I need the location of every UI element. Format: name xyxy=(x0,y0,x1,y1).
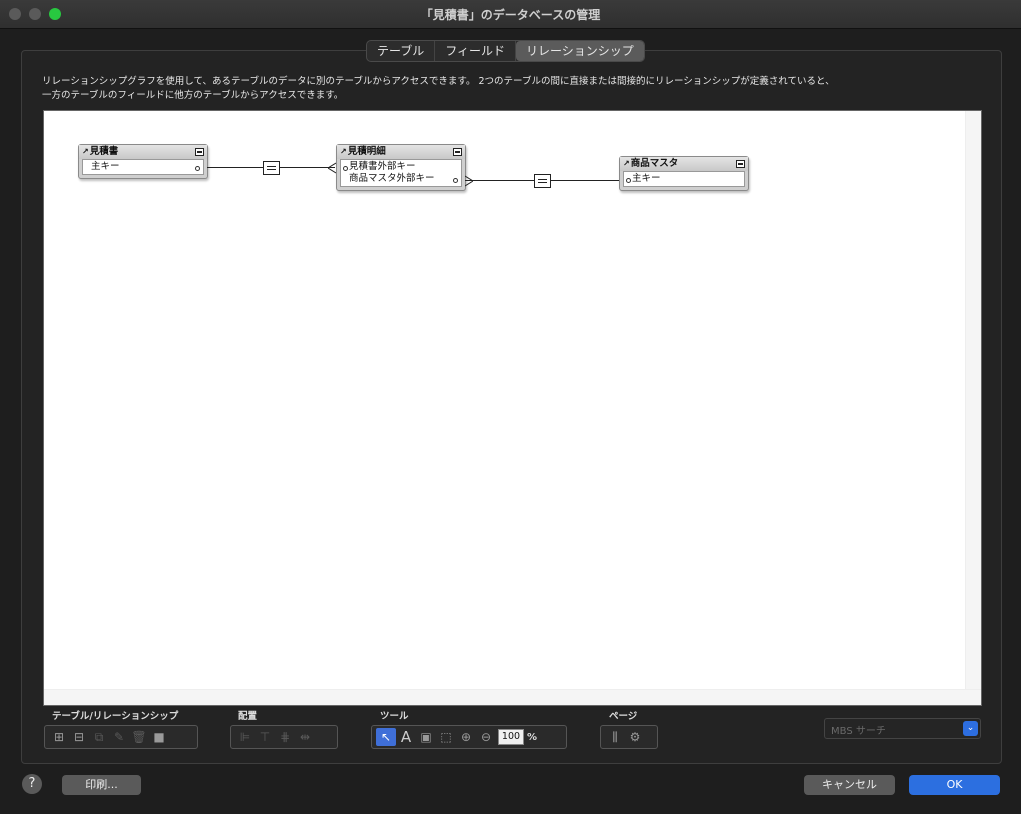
print-button[interactable]: 印刷... xyxy=(62,775,141,795)
edit-pencil-icon[interactable]: ✎ xyxy=(109,728,129,746)
window-title: 「見積書」のデータベースの管理 xyxy=(420,8,601,22)
zoom-in-icon[interactable]: ⊕ xyxy=(456,728,476,746)
horizontal-scrollbar[interactable] xyxy=(44,689,981,705)
zoom-level-field[interactable]: 100 xyxy=(498,729,524,745)
color-swatch-icon[interactable]: ■ xyxy=(149,728,169,746)
table-occurrence-estimate[interactable]: ↗見積書 主キー xyxy=(78,144,208,179)
tools-toolbar: ↖ A ▣ ⬚ ⊕ ⊖ 100 % xyxy=(371,725,567,749)
title-bar: 「見積書」のデータベースの管理 xyxy=(0,0,1021,29)
add-relationship-icon[interactable]: ⊟ xyxy=(69,728,89,746)
tab-bar: テーブル フィールド リレーションシップ xyxy=(366,40,645,62)
table-occurrence-product-master[interactable]: ↗商品マスタ 主キー xyxy=(619,156,749,191)
collapse-icon[interactable] xyxy=(195,148,204,156)
align-top-icon[interactable]: ⊤ xyxy=(255,728,275,746)
note-tool-icon[interactable]: ▣ xyxy=(416,728,436,746)
duplicate-icon[interactable]: ⧉ xyxy=(89,728,109,746)
tab-fields[interactable]: フィールド xyxy=(435,41,517,61)
field-row[interactable]: 商品マスタ外部キー xyxy=(341,173,461,185)
table-relationship-group-label: テーブル/リレーションシップ xyxy=(52,711,179,722)
table-relationship-toolbar: ⊞ ⊟ ⧉ ✎ 🗑 ■ xyxy=(44,725,198,749)
page-setup-icon[interactable]: ⚙ xyxy=(625,728,645,746)
table-name: 商品マスタ xyxy=(630,158,679,169)
page-group-label: ページ xyxy=(609,711,638,722)
ok-button[interactable]: OK xyxy=(909,775,1000,795)
relationship-operator-icon[interactable] xyxy=(534,174,551,188)
crows-foot-icon xyxy=(465,175,473,187)
resize-icon[interactable]: ⇹ xyxy=(295,728,315,746)
tab-relationships[interactable]: リレーションシップ xyxy=(516,41,644,61)
align-left-icon[interactable]: ⊫ xyxy=(235,728,255,746)
delete-trash-icon[interactable]: 🗑 xyxy=(129,728,149,746)
cancel-button[interactable]: キャンセル xyxy=(804,775,895,795)
pointer-tool-icon[interactable]: ↖ xyxy=(376,728,396,746)
crows-foot-icon xyxy=(328,162,336,174)
tab-tables[interactable]: テーブル xyxy=(367,41,436,61)
tools-group-label: ツール xyxy=(380,711,409,722)
help-button[interactable]: ? xyxy=(22,774,42,794)
vertical-scrollbar[interactable] xyxy=(965,111,981,705)
zoom-out-icon[interactable]: ⊖ xyxy=(476,728,496,746)
description-line-2: 一方のテーブルのフィールドに他方のテーブルからアクセスできます。 xyxy=(42,90,344,101)
description-text: リレーションシップグラフを使用して、あるテーブルのデータに別のテーブルからアクセ… xyxy=(42,75,942,103)
page-break-icon[interactable]: ⫼ xyxy=(605,728,625,746)
mbs-search-popup[interactable]: MBS サーチ ⌄ xyxy=(824,718,981,739)
table-link-icon: ↗ xyxy=(340,147,347,156)
field-row[interactable]: 主キー xyxy=(624,173,744,185)
text-tool-icon[interactable]: A xyxy=(396,728,416,746)
arrange-toolbar: ⊫ ⊤ ⋕ ⇹ xyxy=(230,725,338,749)
table-link-icon: ↗ xyxy=(623,159,630,168)
relationship-graph-canvas[interactable]: ↗見積書 主キー ↗見積明細 見積書外部キー 商品マスタ外部キー ↗商品マスタ xyxy=(43,110,982,706)
table-name: 見積明細 xyxy=(347,146,386,157)
field-row[interactable]: 見積書外部キー xyxy=(341,161,461,173)
page-toolbar: ⫼ ⚙ xyxy=(600,725,658,749)
zoom-percent-label: % xyxy=(527,731,538,743)
table-occurrence-estimate-detail[interactable]: ↗見積明細 見積書外部キー 商品マスタ外部キー xyxy=(336,144,466,191)
table-link-icon: ↗ xyxy=(82,147,89,156)
distribute-icon[interactable]: ⋕ xyxy=(275,728,295,746)
description-line-1: リレーションシップグラフを使用して、あるテーブルのデータに別のテーブルからアクセ… xyxy=(42,76,835,87)
add-table-icon[interactable]: ⊞ xyxy=(49,728,69,746)
table-name: 見積書 xyxy=(89,146,119,157)
collapse-icon[interactable] xyxy=(736,160,745,168)
select-area-icon[interactable]: ⬚ xyxy=(436,728,456,746)
chevron-down-icon[interactable]: ⌄ xyxy=(963,721,978,736)
mbs-search-placeholder: MBS サーチ xyxy=(831,726,886,737)
arrange-group-label: 配置 xyxy=(238,711,258,722)
relationship-operator-icon[interactable] xyxy=(263,161,280,175)
field-row[interactable]: 主キー xyxy=(83,161,203,173)
collapse-icon[interactable] xyxy=(453,148,462,156)
